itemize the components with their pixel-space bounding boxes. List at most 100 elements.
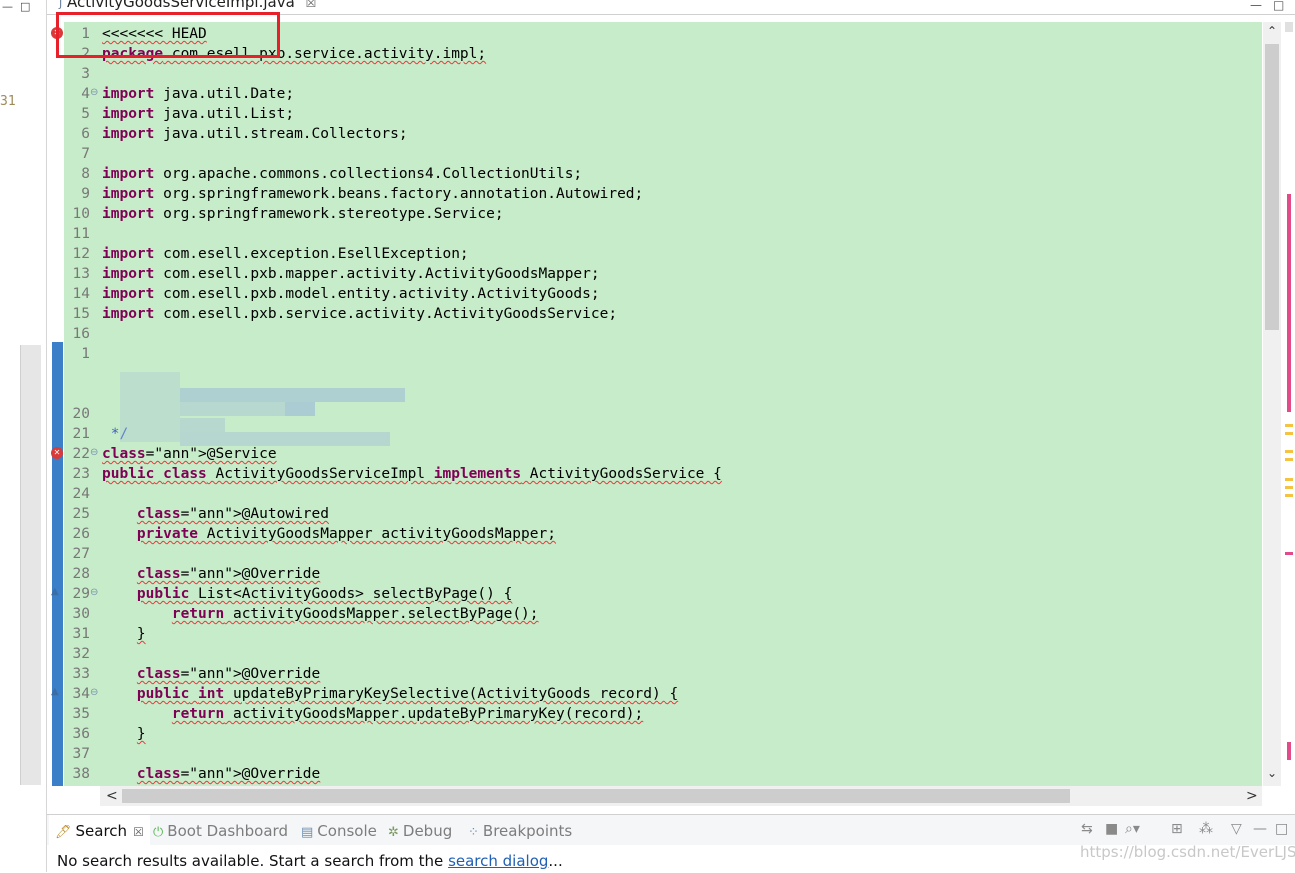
overview-error-marker[interactable] <box>1287 742 1291 760</box>
search-dialog-link[interactable]: search dialog <box>448 852 548 870</box>
overview-warning-marker[interactable] <box>1285 450 1293 453</box>
code-line[interactable]: 6 import java.util.stream.Collectors; <box>50 124 1262 144</box>
code-line[interactable]: 27 <box>50 544 1262 564</box>
code-text: import org.springframework.beans.factory… <box>102 186 644 202</box>
scrollbar-thumb[interactable] <box>1265 44 1279 330</box>
code-text: public List<ActivityGoods> selectByPage(… <box>136 586 513 602</box>
code-line[interactable]: ▲ 34 ⊖ public int updateByPrimaryKeySelect… <box>50 684 1262 704</box>
line-number: 8 <box>81 166 90 182</box>
left-panel-scrollbar[interactable] <box>20 345 41 785</box>
override-marker-icon[interactable]: ▲ <box>51 686 59 697</box>
line-number: 13 <box>72 266 90 282</box>
minimize-panel-icon[interactable]: — <box>1253 821 1267 837</box>
code-line[interactable]: 5 import java.util.List; <box>50 104 1262 124</box>
code-line[interactable]: 10 import org.springframework.stereotype.… <box>50 204 1262 224</box>
line-number: 24 <box>72 486 90 502</box>
code-line[interactable]: 24 <box>50 484 1262 504</box>
horizontal-scrollbar-thumb[interactable] <box>122 789 1070 803</box>
code-line[interactable]: 11 <box>50 224 1262 244</box>
line-number: 27 <box>72 546 90 562</box>
code-line[interactable]: 38 class="ann">@Override <box>50 764 1262 784</box>
line-number: 5 <box>81 106 90 122</box>
scroll-up-icon[interactable]: ⌃ <box>1263 24 1281 38</box>
overview-warning-marker[interactable] <box>1285 424 1293 427</box>
line-number: 37 <box>72 746 90 762</box>
stop-icon[interactable]: ■ <box>1105 821 1118 837</box>
overview-error-range[interactable] <box>1287 194 1291 412</box>
code-line[interactable]: 28 class="ann">@Override <box>50 564 1262 584</box>
view-menu-icon[interactable]: ⁂ <box>1199 821 1213 837</box>
code-editor[interactable]: ✕ 1 <<<<<<< HEAD 2 package com.esell.pxb.ser… <box>50 22 1262 786</box>
tab-debug[interactable]: ✲ Debug <box>388 815 452 845</box>
code-line[interactable]: 15 import com.esell.pxb.service.activity.… <box>50 304 1262 324</box>
tab-close-icon[interactable]: ☒ <box>306 0 317 10</box>
code-line[interactable]: 31 } <box>50 624 1262 644</box>
minimize-editor-icon[interactable]: — <box>1250 0 1262 12</box>
tab-console[interactable]: ▤ Console <box>301 815 377 845</box>
error-marker-icon[interactable]: ✕ <box>51 447 63 459</box>
fold-toggle-icon[interactable]: ⊖ <box>90 84 98 102</box>
code-line[interactable]: 23 public class ActivityGoodsServiceImpl … <box>50 464 1262 484</box>
code-text: class="ann">@Override <box>136 566 321 582</box>
code-line[interactable]: 14 import com.esell.pxb.model.entity.acti… <box>50 284 1262 304</box>
maximize-panel-icon[interactable]: □ <box>1275 821 1288 837</box>
bottom-panel-tabs: 🖊 Search ☒ ⏻ Boot Dashboard ▤ Console ✲ Debug… <box>47 815 1295 845</box>
breakpoints-icon: ⁘ <box>468 825 479 840</box>
code-line[interactable]: 12 import com.esell.exception.EsellExcept… <box>50 244 1262 264</box>
overview-warning-marker[interactable] <box>1285 494 1293 497</box>
code-line[interactable]: 1 <box>50 344 1262 364</box>
console-icon: ▤ <box>301 825 314 840</box>
code-line[interactable]: 8 import org.apache.commons.collections4.… <box>50 164 1262 184</box>
scroll-down-icon[interactable]: ⌄ <box>1263 766 1281 780</box>
fold-toggle-icon[interactable]: ⊖ <box>90 684 98 702</box>
code-line[interactable]: 37 <box>50 744 1262 764</box>
editor-vertical-scrollbar[interactable]: ⌃ ⌄ <box>1263 22 1281 786</box>
line-number: 25 <box>72 506 90 522</box>
code-line[interactable]: 25 class="ann">@Autowired <box>50 504 1262 524</box>
code-line[interactable]: 3 <box>50 64 1262 84</box>
override-marker-icon[interactable]: ▲ <box>51 586 59 597</box>
tab-boot-dashboard[interactable]: ⏻ Boot Dashboard <box>153 815 288 845</box>
line-number: 38 <box>72 766 90 782</box>
fold-toggle-icon[interactable]: ⊖ <box>90 584 98 602</box>
line-number: 22 <box>72 446 90 462</box>
code-line[interactable]: ▲ 29 ⊖ public List<ActivityGoods> selectBy… <box>50 584 1262 604</box>
overview-warning-marker[interactable] <box>1285 478 1293 481</box>
line-number: 1 <box>81 346 90 362</box>
scroll-right-icon[interactable]: > <box>1246 786 1258 806</box>
overview-warning-marker[interactable] <box>1285 432 1293 435</box>
code-line[interactable]: 26 private ActivityGoodsMapper activityG… <box>50 524 1262 544</box>
editor-horizontal-scrollbar[interactable]: < > <box>100 786 1262 806</box>
tab-search[interactable]: 🖊 Search ☒ <box>49 815 150 845</box>
minimize-icon[interactable]: — <box>2 0 18 14</box>
search-history-icon[interactable]: ⌕▾ <box>1125 821 1140 837</box>
code-line[interactable]: 32 <box>50 644 1262 664</box>
line-number: 12 <box>72 246 90 262</box>
overview-warning-marker[interactable] <box>1285 458 1293 461</box>
code-line[interactable]: 4 ⊖ import java.util.Date; <box>50 84 1262 104</box>
code-line[interactable]: 16 <box>50 324 1262 344</box>
maximize-editor-icon[interactable]: □ <box>1273 0 1284 12</box>
line-number: 15 <box>72 306 90 322</box>
tab-breakpoints[interactable]: ⁘ Breakpoints <box>468 815 572 845</box>
code-line[interactable]: 13 import com.esell.pxb.mapper.activity.A… <box>50 264 1262 284</box>
code-line[interactable]: 33 class="ann">@Override <box>50 664 1262 684</box>
line-number: 26 <box>72 526 90 542</box>
code-line[interactable]: 9 import org.springframework.beans.factor… <box>50 184 1262 204</box>
line-number: 4 <box>81 86 90 102</box>
left-panel-fragment: — □ 31 <box>0 0 47 872</box>
scroll-left-icon[interactable]: < <box>106 786 118 806</box>
tab-close-icon[interactable]: ☒ <box>133 825 144 839</box>
sync-icon[interactable]: ⇆ <box>1081 821 1093 837</box>
code-line[interactable]: 36 } <box>50 724 1262 744</box>
code-line[interactable]: 35 return activityGoodsMapper.updateByPr… <box>50 704 1262 724</box>
maximize-icon[interactable]: □ <box>20 0 36 14</box>
line-number: 33 <box>72 666 90 682</box>
fold-toggle-icon[interactable]: ⊖ <box>90 444 98 462</box>
overview-warning-marker[interactable] <box>1285 486 1293 489</box>
view-menu-chevron-icon[interactable]: ▽ <box>1231 821 1242 837</box>
overview-error-marker[interactable] <box>1285 552 1293 555</box>
code-line[interactable]: 30 return activityGoodsMapper.selectByPa… <box>50 604 1262 624</box>
code-line[interactable]: 7 <box>50 144 1262 164</box>
pin-icon[interactable]: ⊞ <box>1171 821 1183 837</box>
